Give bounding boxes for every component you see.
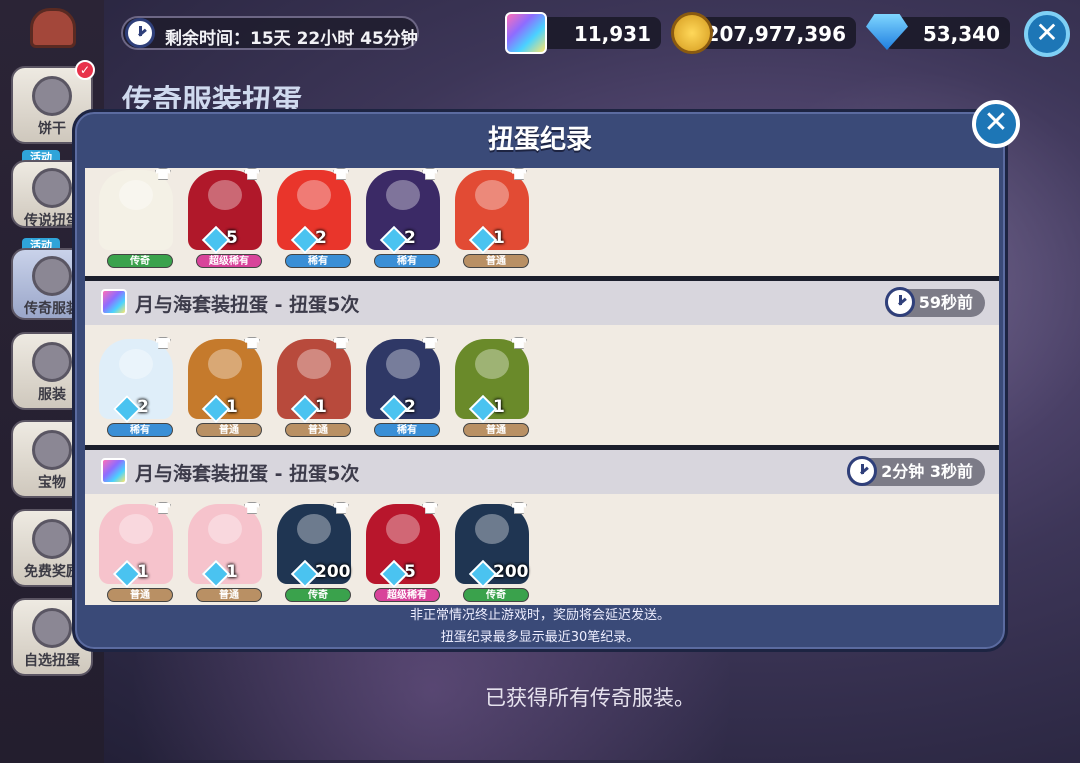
cube-icon [101,289,127,315]
costume-item[interactable]: 200 传奇 [451,500,533,605]
clock-icon [125,18,155,48]
costume-item[interactable]: 1 普通 [184,500,266,605]
rarity-label: 超级稀有 [196,254,262,268]
costume-item[interactable]: 1 普通 [273,335,355,441]
item-quantity: 2 [295,228,327,248]
rarity-label: 普通 [107,588,173,602]
record-items: 1 普通 1 普通 200 传奇 5 超级稀有 200 传奇 [85,494,999,605]
record-time-text: 59秒前 [918,293,973,312]
record-header: 月与海套装扭蛋 - 扭蛋5次 59秒前 [85,281,999,325]
record-time-text: 2分钟 3秒前 [881,462,973,481]
modal-header: 扭蛋纪录 [75,112,1005,168]
cookie-icon [32,76,72,116]
gacha-history-modal: 扭蛋纪录 ✕ 传奇 5 超级稀有 2 稀有 2 稀有 1 普通 月与海套装扭蛋 … [72,100,1020,652]
costume-item[interactable]: 1 普通 [184,335,266,441]
costume-item[interactable]: 1 普通 [451,335,533,441]
sidebar-item-label: 自选扭蛋 [24,653,80,669]
rarity-label: 普通 [196,423,262,437]
item-quantity: 1 [206,397,238,417]
close-button[interactable]: ✕ [1024,11,1070,57]
gift-icon [32,519,72,559]
item-quantity: 5 [206,228,238,248]
item-quantity: 200 [473,562,529,582]
rarity-label: 稀有 [374,423,440,437]
costume-gacha-icon [32,256,72,296]
costume-item[interactable]: 2 稀有 [95,335,177,441]
costume-item[interactable]: 2 稀有 [273,168,355,272]
rarity-label: 普通 [463,423,529,437]
remaining-time-pill: 剩余时间：15天 22小时 45分钟 [121,16,419,50]
rarity-label: 稀有 [374,254,440,268]
rarity-label: 超级稀有 [374,588,440,602]
item-quantity: 2 [384,228,416,248]
record-title: 月与海套装扭蛋 - 扭蛋5次 [135,294,360,316]
gacha-icon [32,168,72,208]
coin-icon [671,12,713,54]
rarity-label: 普通 [196,588,262,602]
item-quantity: 1 [117,562,149,582]
costume-item[interactable]: 2 稀有 [362,335,444,441]
rarity-label: 稀有 [107,423,173,437]
item-quantity: 1 [206,562,238,582]
cube-icon [101,458,127,484]
item-quantity: 5 [384,562,416,582]
record-time: 2分钟 3秒前 [847,456,985,486]
modal-notes: 非正常情况终止游戏时，奖励将会延迟发送。 扭蛋纪录最多显示最近30笔纪录。 [75,605,1005,649]
item-quantity: 1 [473,397,505,417]
all-obtained-message: 已获得所有传奇服装。 [485,686,695,710]
item-quantity: 2 [384,397,416,417]
costume-item[interactable]: 1 普通 [451,168,533,272]
costume-item[interactable]: 5 超级稀有 [184,168,266,272]
item-quantity: 1 [473,228,505,248]
rarity-label: 普通 [463,254,529,268]
note-limit: 扭蛋纪录最多显示最近30笔纪录。 [440,630,640,645]
rarity-label: 传奇 [463,588,529,602]
cube-count: 11,931 [573,22,651,46]
rarity-label: 传奇 [285,588,351,602]
record-items: 传奇 5 超级稀有 2 稀有 2 稀有 1 普通 [85,168,999,276]
costume-item[interactable]: 2 稀有 [362,168,444,272]
modal-close-button[interactable]: ✕ [972,100,1020,148]
kingdom-home-icon[interactable] [30,8,76,48]
coin-count: 207,977,396 [705,22,846,46]
shirt-icon [32,342,72,382]
check-icon: ✓ [75,60,95,80]
record-title: 月与海套装扭蛋 - 扭蛋5次 [135,463,360,485]
gacha-icon [32,608,72,648]
clock-icon [847,456,878,486]
cube-icon [505,12,547,54]
modal-title: 扭蛋纪录 [487,125,592,155]
costume-item[interactable]: 1 普通 [95,500,177,605]
costume-item[interactable]: 传奇 [95,168,177,272]
hexagon-icon [32,430,72,470]
record-time: 59秒前 [884,287,985,317]
history-list[interactable]: 传奇 5 超级稀有 2 稀有 2 稀有 1 普通 月与海套装扭蛋 - 扭蛋5次 … [85,168,999,605]
costume-item[interactable]: 200 传奇 [273,500,355,605]
costume-item[interactable]: 5 超级稀有 [362,500,444,605]
rarity-label: 稀有 [285,254,351,268]
item-quantity: 1 [295,397,327,417]
remaining-time-text: 剩余时间：15天 22小时 45分钟 [165,29,418,49]
clock-icon [884,287,915,317]
rarity-label: 普通 [285,423,351,437]
record-header: 月与海套装扭蛋 - 扭蛋5次 2分钟 3秒前 [85,450,999,494]
costume-image [99,170,173,250]
note-delay: 非正常情况终止游戏时，奖励将会延迟发送。 [409,608,670,623]
rarity-label: 传奇 [107,254,173,268]
gem-count: 53,340 [922,22,1000,46]
coin-currency: 207,977,396 [690,17,856,49]
item-quantity: 2 [117,397,149,417]
item-quantity: 200 [295,562,351,582]
record-items: 2 稀有 1 普通 1 普通 2 稀有 1 普通 [85,325,999,445]
